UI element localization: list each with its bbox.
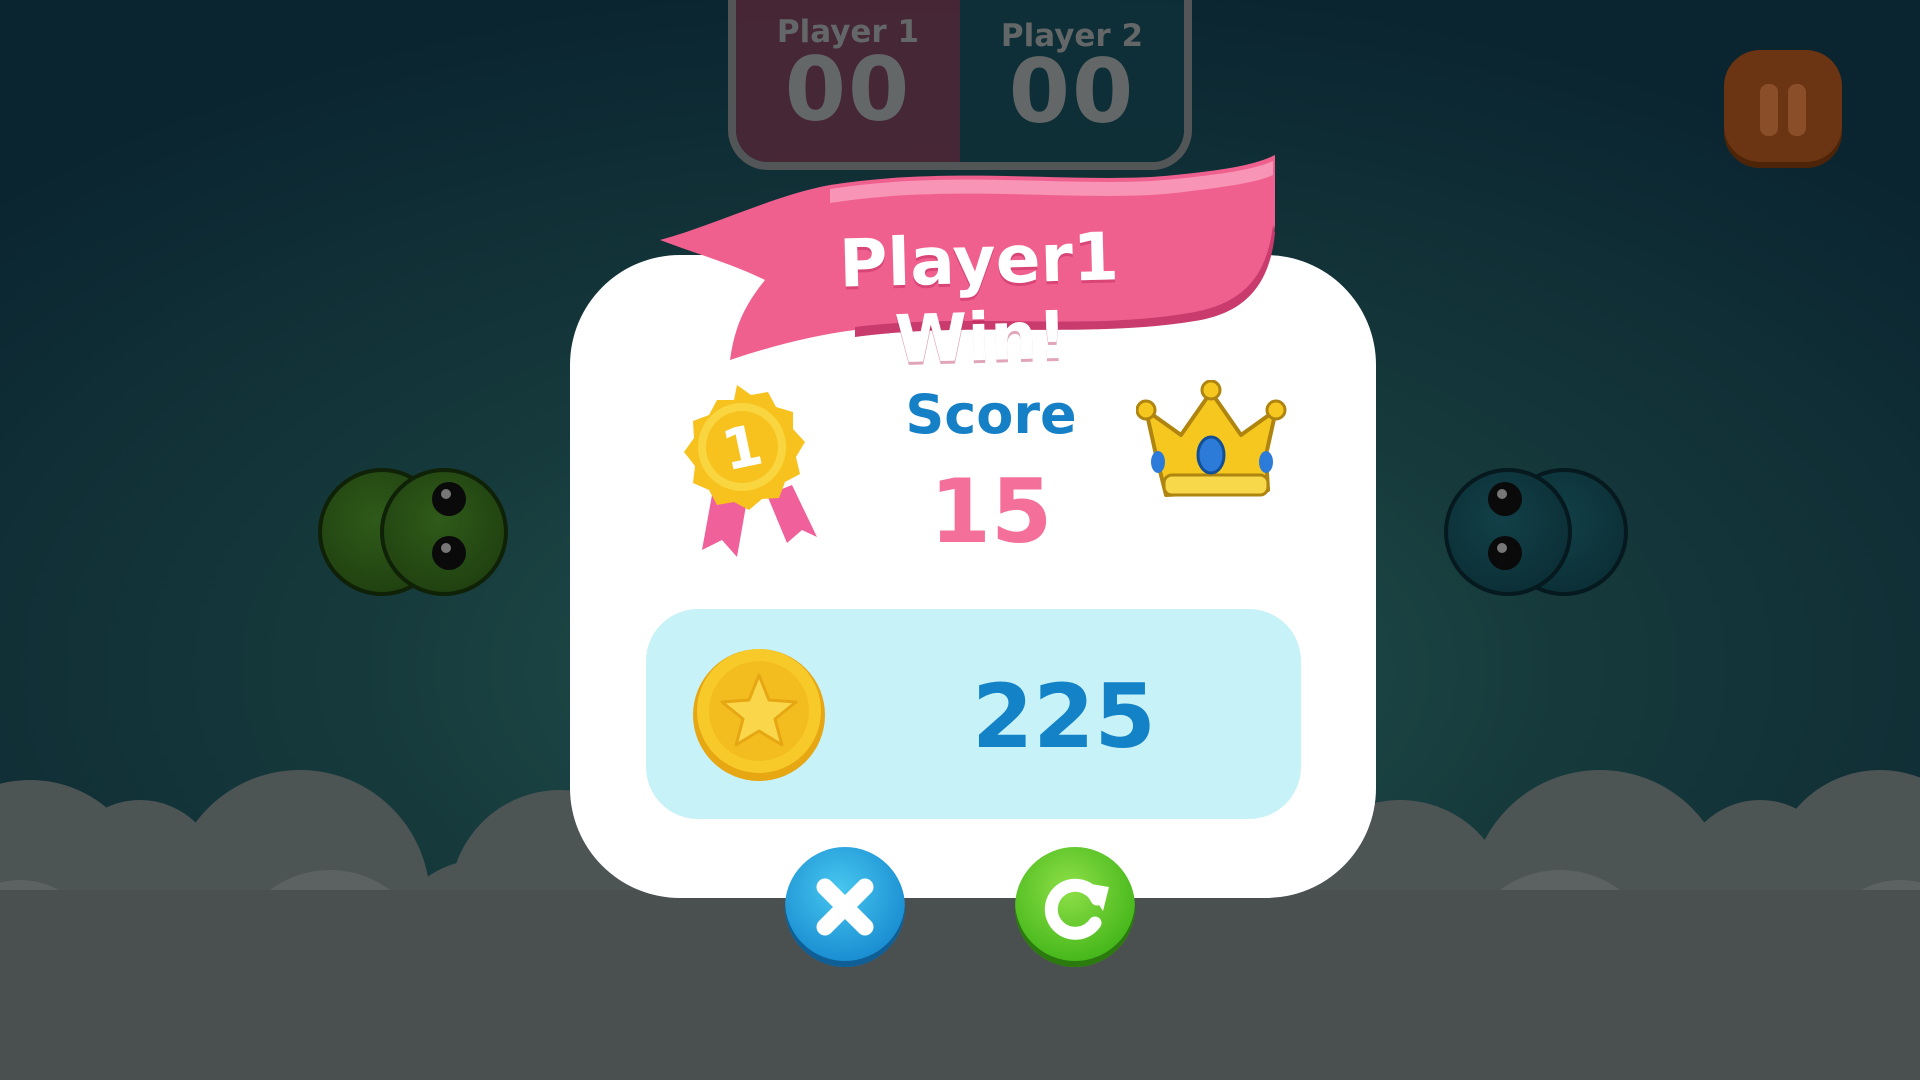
ground <box>0 890 1920 1080</box>
coin-count: 225 <box>972 665 1156 768</box>
player2-panel: Player 2 00 <box>960 0 1184 162</box>
medal-icon: 1 <box>684 385 817 557</box>
pause-button[interactable] <box>1724 50 1842 168</box>
score-label: Score <box>905 383 1077 446</box>
coin-icon <box>693 649 825 781</box>
player1-panel: Player 1 00 <box>736 0 960 162</box>
retry-button[interactable] <box>1015 847 1135 967</box>
retry-icon <box>1044 878 1109 940</box>
close-button[interactable] <box>785 847 905 967</box>
score-value: 15 <box>929 460 1053 563</box>
player2-score: 00 <box>1008 40 1136 143</box>
close-icon <box>816 878 874 936</box>
win-title: Player1 Win! <box>838 218 1120 379</box>
crown-icon <box>1136 380 1287 497</box>
player1-score: 00 <box>784 38 912 141</box>
coin-panel: 225 <box>646 609 1301 819</box>
scoreboard: Player 1 00 Player 2 00 <box>728 0 1192 170</box>
